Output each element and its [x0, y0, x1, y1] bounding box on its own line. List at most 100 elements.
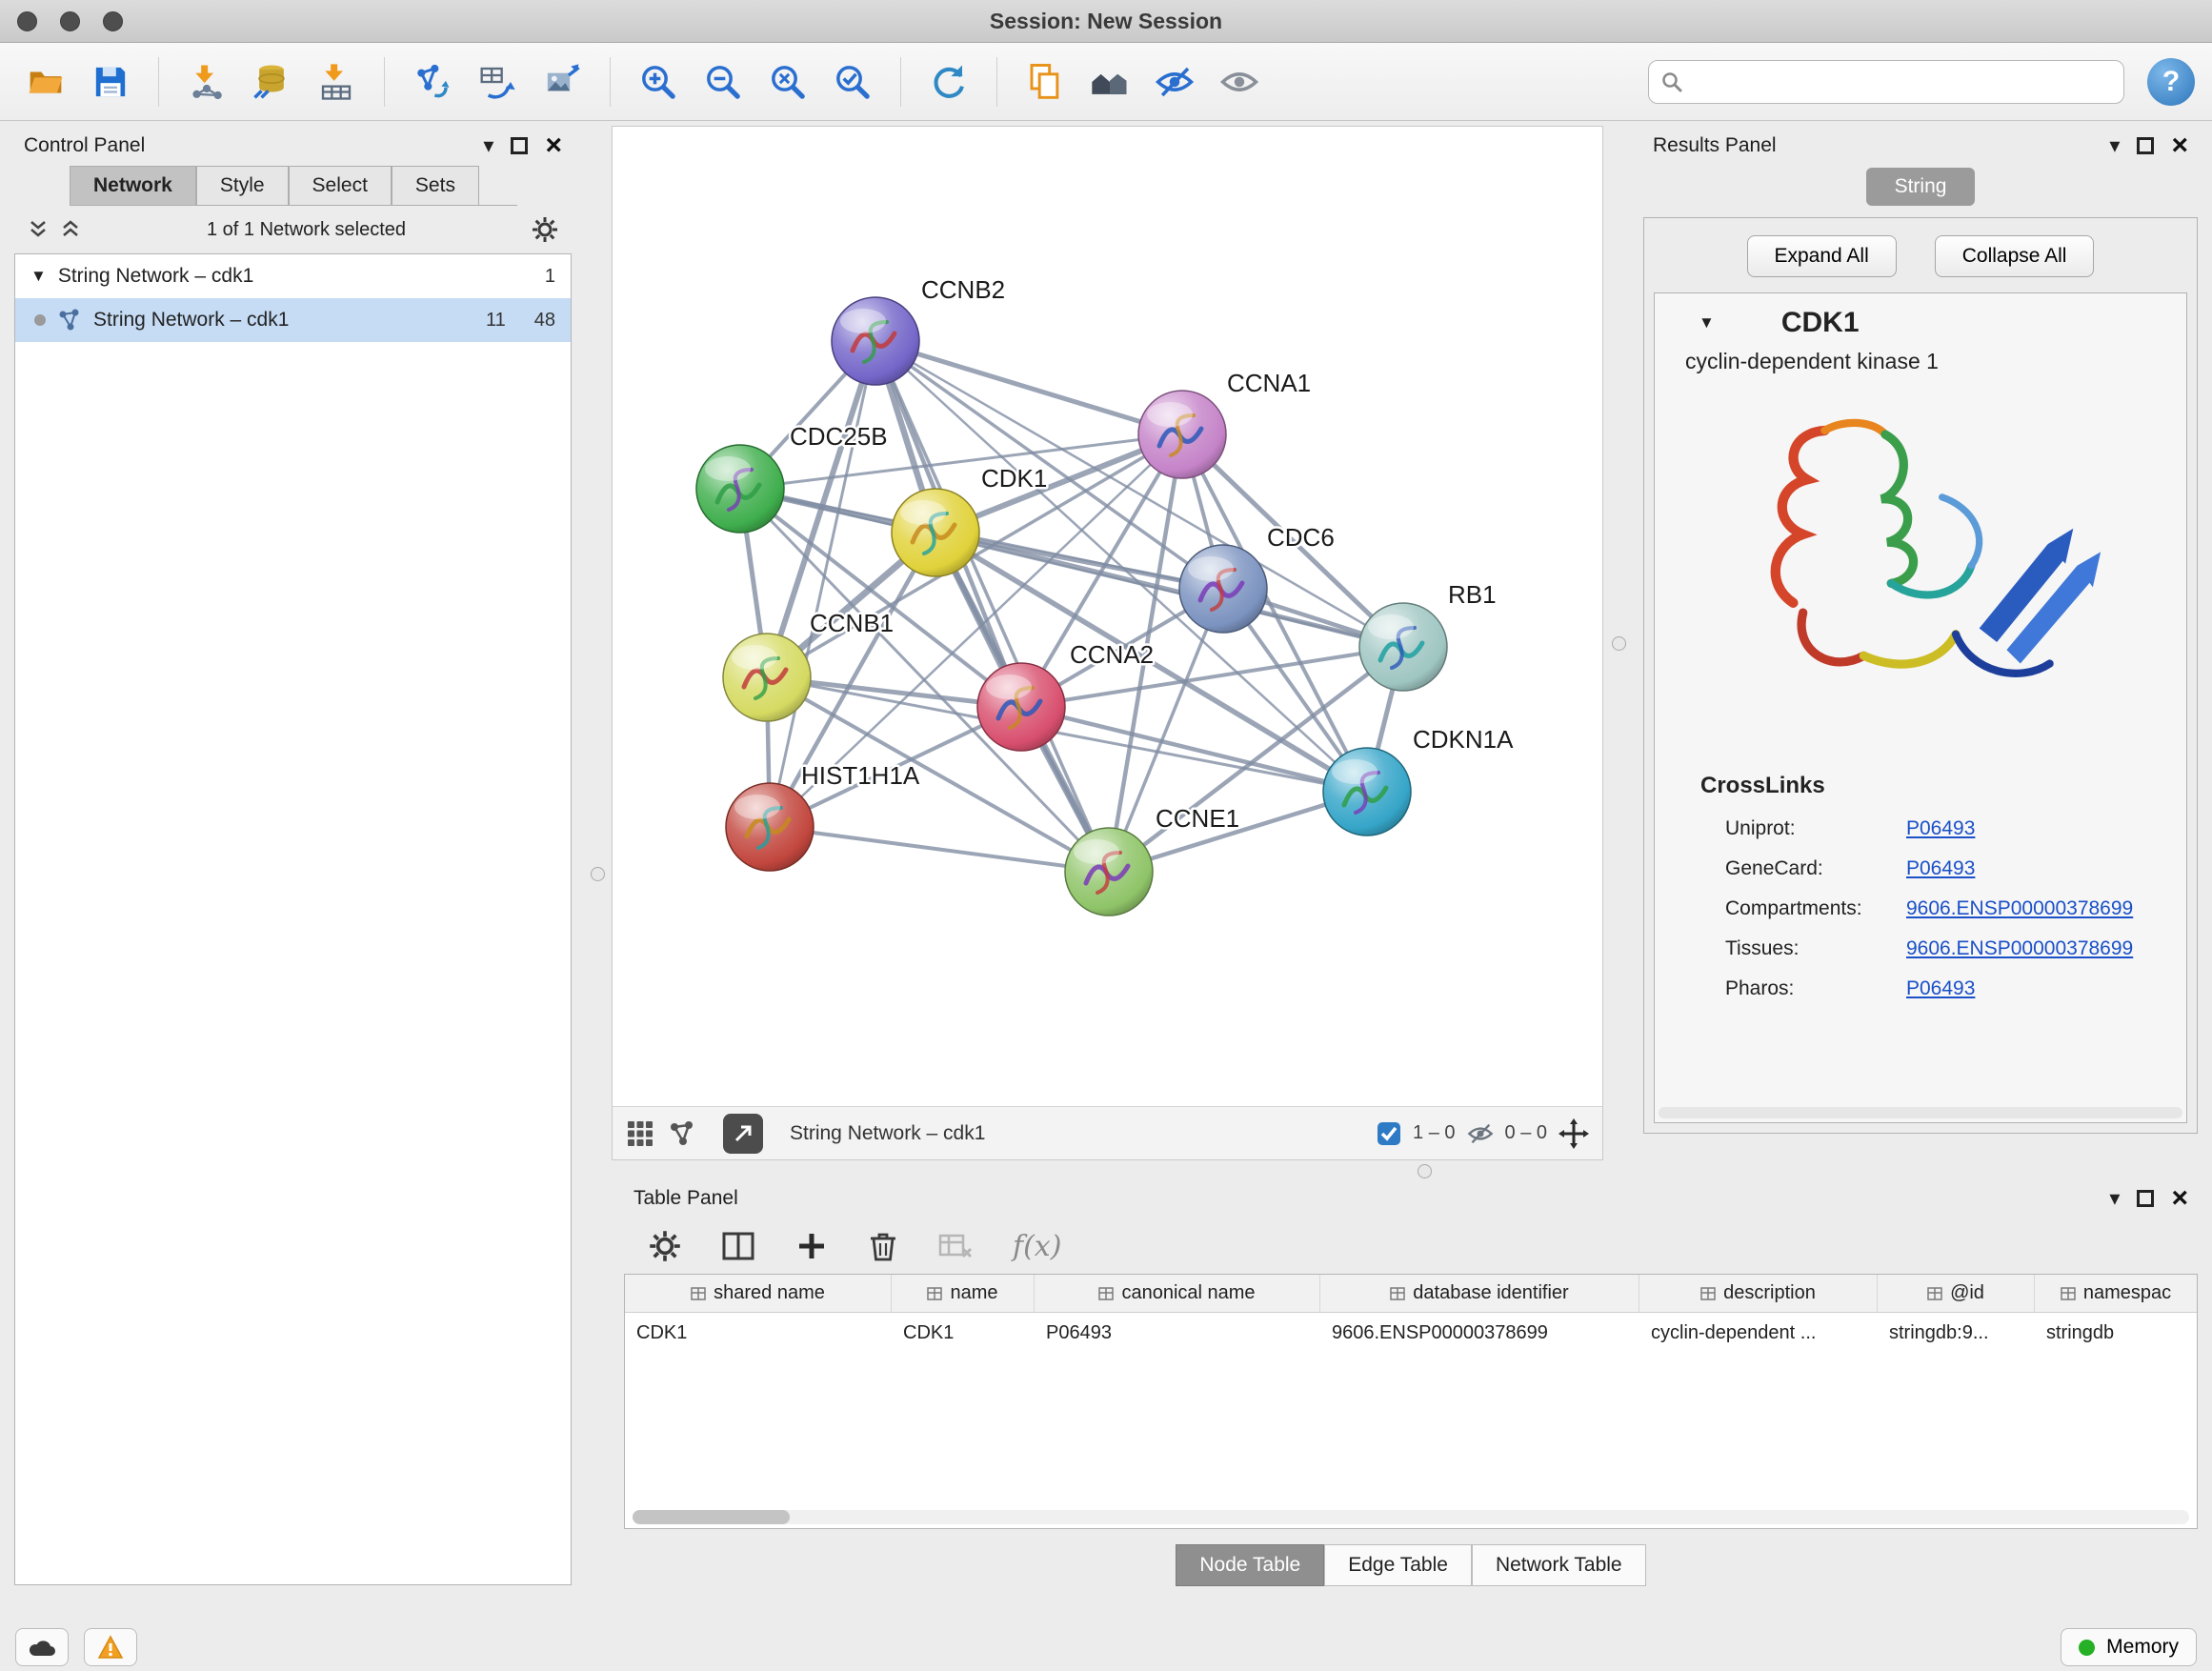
tab-style[interactable]: Style — [196, 166, 289, 205]
tab-select[interactable]: Select — [289, 166, 392, 205]
tab-node-table[interactable]: Node Table — [1176, 1544, 1324, 1586]
results-panel-maximize-button[interactable] — [2137, 137, 2154, 154]
window-maximize-button[interactable] — [103, 11, 123, 31]
copy-document-icon — [1025, 62, 1065, 102]
window-close-button[interactable] — [17, 11, 37, 31]
gear-icon[interactable] — [532, 216, 558, 243]
save-session-button[interactable] — [82, 53, 139, 111]
node-CDC25B[interactable] — [696, 445, 784, 533]
table-horizontal-scrollbar[interactable] — [633, 1510, 2189, 1524]
bottom-splitter-handle[interactable] — [1418, 1164, 1432, 1178]
window-minimize-button[interactable] — [60, 11, 80, 31]
collection-disclosure-icon[interactable]: ▼ — [30, 267, 47, 286]
column-header-database-identifier[interactable]: database identifier — [1320, 1275, 1639, 1312]
column-header-namespace[interactable]: namespac — [2035, 1275, 2197, 1312]
show-columns-button[interactable] — [721, 1230, 755, 1262]
column-header-shared-name[interactable]: shared name — [625, 1275, 892, 1312]
column-header-canonical-name[interactable]: canonical name — [1035, 1275, 1320, 1312]
function-builder-button[interactable]: f(x) — [1013, 1230, 1061, 1263]
tab-string[interactable]: String — [1866, 168, 1976, 206]
tab-sets[interactable]: Sets — [392, 166, 479, 205]
fit-content-icon[interactable] — [1558, 1118, 1589, 1149]
zoom-selected-button[interactable] — [824, 53, 881, 111]
new-network-from-selection-button[interactable] — [404, 53, 461, 111]
add-column-button[interactable] — [795, 1230, 828, 1262]
edge-CCNB2-CCNA1[interactable] — [875, 341, 1182, 434]
collapse-all-button[interactable]: Collapse All — [1935, 235, 2095, 277]
cell-namespace: stringdb — [2035, 1322, 2197, 1344]
results-panel-float-button[interactable]: ▾ — [2109, 133, 2120, 158]
column-header-description[interactable]: description — [1639, 1275, 1878, 1312]
cell-database-identifier: 9606.ENSP00000378699 — [1320, 1322, 1639, 1344]
node-CCNA2[interactable] — [977, 663, 1065, 751]
results-panel-close-button[interactable]: × — [2171, 131, 2188, 160]
network-row[interactable]: String Network – cdk1 11 48 — [15, 298, 571, 342]
selected-checkbox-icon[interactable] — [1377, 1121, 1401, 1146]
search-input[interactable] — [1693, 70, 2112, 93]
zoom-out-button[interactable] — [694, 53, 752, 111]
edge-CCNB2-CCNE1[interactable] — [875, 341, 1109, 872]
help-button[interactable]: ? — [2147, 58, 2195, 106]
node-CCNA1[interactable] — [1138, 391, 1226, 478]
control-panel: Control Panel ▾ × Network Style Select S… — [14, 126, 572, 1601]
left-splitter-handle[interactable] — [591, 867, 605, 881]
table-panel-float-button[interactable]: ▾ — [2109, 1186, 2120, 1211]
crosslink-link[interactable]: P06493 — [1906, 857, 1975, 880]
import-network-from-file-button[interactable] — [178, 53, 235, 111]
zoom-in-button[interactable] — [630, 53, 687, 111]
tab-network[interactable]: Network — [70, 166, 196, 205]
crosslink-link[interactable]: 9606.ENSP00000378699 — [1906, 897, 2133, 920]
crosslink-link[interactable]: P06493 — [1906, 977, 1975, 1000]
expand-all-icon[interactable] — [60, 219, 81, 240]
show-all-networks-button[interactable] — [1081, 53, 1138, 111]
table-panel-maximize-button[interactable] — [2137, 1190, 2154, 1207]
detach-view-button[interactable] — [723, 1114, 763, 1154]
grid-view-button[interactable] — [626, 1119, 654, 1148]
collapse-all-icon[interactable] — [28, 219, 49, 240]
edge-HIST1H1A-CCNE1[interactable] — [770, 827, 1109, 872]
control-panel-float-button[interactable]: ▾ — [483, 133, 493, 158]
warnings-button[interactable] — [84, 1628, 137, 1666]
zoom-fit-button[interactable] — [759, 53, 816, 111]
tab-network-table[interactable]: Network Table — [1472, 1544, 1646, 1586]
refresh-view-button[interactable] — [920, 53, 977, 111]
export-image-button[interactable] — [533, 53, 591, 111]
tab-edge-table[interactable]: Edge Table — [1324, 1544, 1472, 1586]
delete-column-button[interactable] — [868, 1230, 898, 1262]
expand-all-button[interactable]: Expand All — [1747, 235, 1897, 277]
node-CDC6[interactable] — [1179, 545, 1267, 633]
scrollbar-thumb[interactable] — [633, 1510, 790, 1524]
table-row[interactable]: CDK1 CDK1 P06493 9606.ENSP00000378699 cy… — [625, 1313, 2197, 1353]
network-collection-row[interactable]: ▼ String Network – cdk1 1 — [15, 254, 571, 298]
eye-slash-icon — [1155, 62, 1195, 102]
control-panel-maximize-button[interactable] — [511, 137, 528, 154]
right-splitter-handle[interactable] — [1612, 636, 1626, 651]
show-selected-button[interactable] — [1211, 53, 1268, 111]
memory-button[interactable]: Memory — [2061, 1628, 2197, 1666]
table-settings-button[interactable] — [649, 1230, 681, 1262]
cloud-button[interactable] — [15, 1628, 69, 1666]
results-scrollbar[interactable] — [1659, 1107, 2182, 1118]
section-disclosure-icon[interactable]: ▼ — [1699, 313, 1715, 332]
column-header-name[interactable]: name — [892, 1275, 1035, 1312]
import-table-from-file-button[interactable] — [308, 53, 365, 111]
copy-document-button[interactable] — [1016, 53, 1074, 111]
crosslink-link[interactable]: P06493 — [1906, 817, 1975, 840]
node-CDKN1A[interactable] — [1323, 748, 1411, 836]
network-list-view-button[interactable] — [668, 1119, 696, 1148]
node-RB1[interactable] — [1359, 603, 1447, 691]
column-header-id[interactable]: @id — [1878, 1275, 2035, 1312]
hide-selected-button[interactable] — [1146, 53, 1203, 111]
hidden-eye-icon[interactable] — [1467, 1120, 1494, 1147]
edge-CCNB2-HIST1H1A[interactable] — [770, 341, 875, 827]
table-panel-close-button[interactable]: × — [2171, 1184, 2188, 1213]
control-panel-close-button[interactable]: × — [545, 131, 562, 160]
hidden-counts: 0 – 0 — [1505, 1122, 1547, 1144]
delete-table-button[interactable] — [938, 1230, 973, 1262]
new-network-from-table-button[interactable] — [469, 53, 526, 111]
import-network-from-database-button[interactable] — [243, 53, 300, 111]
node-CCNE1[interactable] — [1065, 828, 1153, 916]
open-session-button[interactable] — [17, 53, 74, 111]
crosslink-link[interactable]: 9606.ENSP00000378699 — [1906, 937, 2133, 960]
network-canvas[interactable]: CCNB2CCNA1CDC25BCDK1CDC6RB1CCNB1CCNA2CDK… — [613, 127, 1602, 1106]
